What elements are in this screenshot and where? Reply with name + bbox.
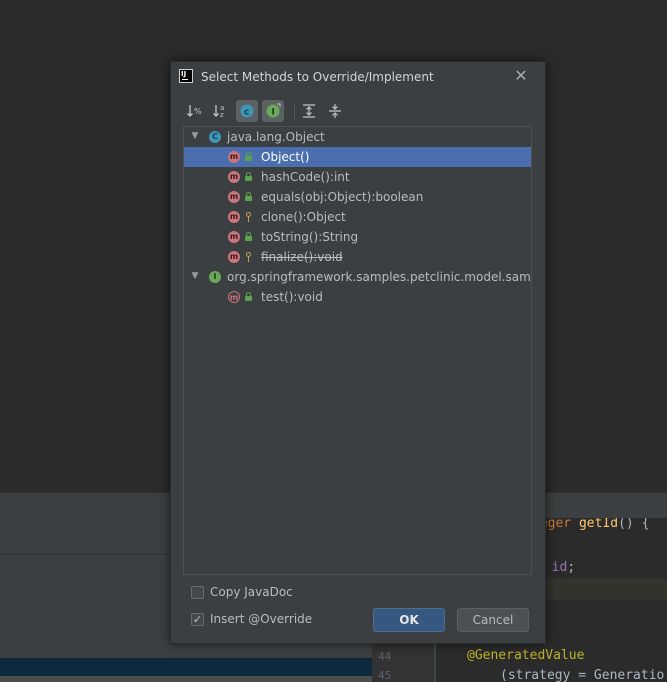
- tree-method-hashcode[interactable]: m hashCode():int: [184, 167, 531, 187]
- close-icon[interactable]: ✕: [512, 67, 530, 85]
- override-methods-dialog: IJ Select Methods to Override/Implement …: [170, 61, 546, 644]
- chevron-down-icon[interactable]: ▼: [189, 130, 201, 142]
- sort-alphabetically-button[interactable]: az: [210, 100, 232, 122]
- tree-method-equals[interactable]: m equals(obj:Object):boolean: [184, 187, 531, 207]
- method-icon: m: [228, 251, 240, 263]
- tree-method-tostring[interactable]: m toString():String: [184, 227, 531, 247]
- public-visibility-icon: [245, 192, 252, 201]
- insert-override-label: Insert @Override: [210, 612, 313, 626]
- toolbar-separator: [294, 103, 295, 120]
- intellij-logo-icon: IJ: [179, 69, 193, 83]
- expand-all-button[interactable]: [298, 100, 320, 122]
- svg-text:c: c: [244, 108, 249, 118]
- tree-group-java-lang-object[interactable]: ▼ C java.lang.Object: [184, 127, 531, 147]
- chevron-down-icon[interactable]: ▼: [189, 270, 201, 282]
- method-label: test():void: [261, 290, 323, 304]
- change-marker: [434, 638, 436, 682]
- interface-icon: I: [266, 103, 281, 118]
- svg-text:z: z: [220, 111, 224, 119]
- expand-all-icon: [303, 104, 315, 118]
- tree-group-label: java.lang.Object: [227, 130, 325, 144]
- checkbox-box[interactable]: [191, 586, 204, 599]
- line-number: 45: [378, 669, 392, 682]
- sort-alpha-icon: az: [213, 104, 224, 119]
- class-icon: c: [240, 104, 254, 118]
- collapse-all-button[interactable]: [324, 100, 346, 122]
- svg-text:%: %: [194, 107, 202, 116]
- tree-group-label: org.springframework.samples.petclinic.mo…: [227, 270, 532, 284]
- class-icon: C: [209, 131, 221, 143]
- method-icon: m: [228, 231, 240, 243]
- code-line: (strategy = Generatio: [500, 668, 665, 682]
- method-icon: m: [228, 191, 240, 203]
- tree-method-clone[interactable]: m clone():Object: [184, 207, 531, 227]
- code-line: teger getId() {: [532, 518, 650, 531]
- show-interfaces-toggle[interactable]: I: [262, 100, 284, 122]
- dialog-titlebar[interactable]: IJ Select Methods to Override/Implement …: [171, 62, 545, 92]
- method-icon: m: [228, 211, 240, 223]
- line-number: 44: [378, 650, 392, 663]
- public-visibility-icon: [245, 152, 252, 161]
- ok-button[interactable]: OK: [373, 608, 445, 632]
- collapse-all-icon: [329, 104, 341, 118]
- copy-javadoc-label: Copy JavaDoc: [210, 585, 293, 599]
- protected-visibility-icon: [245, 252, 252, 262]
- method-label: clone():Object: [261, 210, 346, 224]
- tree-method-test[interactable]: m test():void: [184, 287, 531, 307]
- method-label-deprecated: finalize():void: [261, 250, 343, 264]
- tree-method-finalize[interactable]: m finalize():void: [184, 247, 531, 267]
- svg-text:I: I: [272, 108, 275, 118]
- ide-selected-row[interactable]: [0, 658, 372, 676]
- dialog-title: Select Methods to Override/Implement: [201, 70, 434, 84]
- code-annotation: @GeneratedValue: [467, 648, 585, 663]
- method-label: equals(obj:Object):boolean: [261, 190, 424, 204]
- ide-scrollbar[interactable]: [0, 676, 372, 682]
- method-label: toString():String: [261, 230, 359, 244]
- abstract-method-icon: m: [228, 291, 240, 303]
- interface-icon: I: [209, 271, 221, 283]
- tree-group-sample1[interactable]: ▼ I org.springframework.samples.petclini…: [184, 267, 531, 287]
- toolbar: % az c I: [184, 100, 384, 124]
- show-classes-toggle[interactable]: c: [236, 100, 258, 122]
- methods-tree[interactable]: ▼ C java.lang.Object m Object() m hashCo…: [183, 126, 532, 575]
- tree-method-object[interactable]: m Object(): [184, 147, 531, 167]
- method-icon: m: [228, 171, 240, 183]
- checkmark-icon[interactable]: ✓: [191, 613, 204, 626]
- public-visibility-icon: [245, 232, 252, 241]
- public-visibility-icon: [245, 172, 252, 181]
- public-visibility-icon: [245, 292, 252, 301]
- method-icon: m: [228, 151, 240, 163]
- sort-visibility-icon: %: [187, 105, 202, 117]
- method-label: Object(): [261, 150, 310, 164]
- sort-by-visibility-button[interactable]: %: [184, 100, 206, 122]
- protected-visibility-icon: [245, 212, 252, 222]
- cancel-button[interactable]: Cancel: [457, 608, 529, 632]
- method-label: hashCode():int: [261, 170, 350, 184]
